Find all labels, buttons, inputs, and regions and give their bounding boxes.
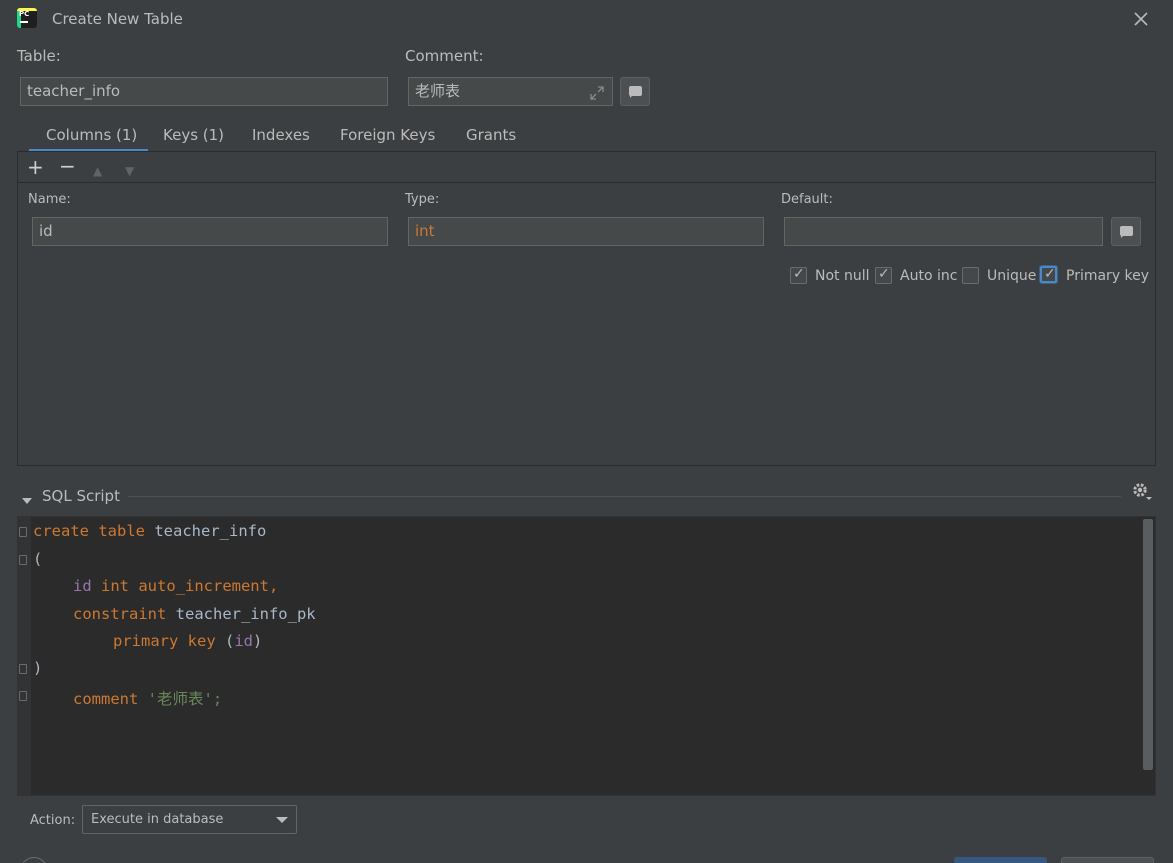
tab-keys[interactable]: Keys (1) xyxy=(163,126,224,144)
ok-button[interactable] xyxy=(954,857,1047,863)
window-title: Create New Table xyxy=(52,10,183,28)
code-line-4: constraint teacher_info_pk xyxy=(73,605,316,623)
not-null-label[interactable]: Not null xyxy=(815,268,870,284)
cancel-button[interactable] xyxy=(1061,857,1154,863)
close-icon[interactable] xyxy=(1131,9,1151,29)
column-default-input[interactable] xyxy=(784,217,1103,246)
sql-editor[interactable] xyxy=(17,516,1156,796)
tab-indexes[interactable]: Indexes xyxy=(252,126,310,144)
code-line-1: create table teacher_info xyxy=(33,522,267,540)
fold-icon[interactable] xyxy=(19,555,27,565)
auto-inc-label[interactable]: Auto inc xyxy=(900,268,957,284)
expand-icon[interactable] xyxy=(589,83,605,100)
code-line-3: id int auto_increment, xyxy=(73,577,279,595)
tab-columns[interactable]: Columns (1) xyxy=(46,126,137,144)
tab-foreign-keys[interactable]: Foreign Keys xyxy=(340,126,435,144)
column-name-label: Name: xyxy=(28,192,71,207)
not-null-checkbox[interactable] xyxy=(790,266,807,284)
sql-header-divider xyxy=(128,496,1121,497)
code-line-6: ) xyxy=(33,659,43,677)
primary-key-label[interactable]: Primary key xyxy=(1066,268,1149,284)
comment-input[interactable]: 老师表 xyxy=(408,77,613,106)
comment-label: Comment: xyxy=(405,47,484,65)
action-dropdown[interactable]: Execute in database xyxy=(82,805,297,834)
toolbar-divider xyxy=(18,182,1155,183)
fold-icon[interactable] xyxy=(19,664,27,674)
remove-column-button[interactable]: − xyxy=(59,156,76,176)
sql-script-label[interactable]: SQL Script xyxy=(42,487,120,505)
table-label: Table: xyxy=(17,47,61,65)
add-column-button[interactable]: + xyxy=(27,157,44,177)
unique-label[interactable]: Unique xyxy=(987,268,1036,284)
collapse-arrow-icon[interactable] xyxy=(21,491,33,504)
code-line-2: ( xyxy=(33,550,43,568)
action-selected-value: Execute in database xyxy=(91,812,224,827)
comment-value: 老师表 xyxy=(415,82,461,100)
table-name-input[interactable]: teacher_info xyxy=(20,77,388,106)
gear-icon[interactable] xyxy=(1131,481,1153,503)
comment-editor-button[interactable] xyxy=(620,77,650,106)
title-bar: PC Create New Table xyxy=(0,0,1173,38)
help-button[interactable] xyxy=(20,857,48,863)
unique-checkbox[interactable] xyxy=(962,267,979,284)
columns-panel xyxy=(17,151,1156,466)
default-editor-button[interactable] xyxy=(1111,217,1141,246)
column-type-input[interactable]: int xyxy=(408,217,764,246)
pycharm-icon: PC xyxy=(17,8,37,28)
fold-icon[interactable] xyxy=(19,527,27,537)
code-line-5: primary key (id) xyxy=(113,632,263,650)
column-default-label: Default: xyxy=(781,192,833,207)
chevron-down-icon xyxy=(276,817,288,823)
column-name-input[interactable]: id xyxy=(32,217,388,246)
move-up-icon[interactable]: ▲ xyxy=(93,161,102,181)
move-down-icon[interactable]: ▼ xyxy=(125,161,134,181)
editor-scrollbar[interactable] xyxy=(1143,519,1153,770)
fold-icon[interactable] xyxy=(19,691,27,701)
auto-inc-checkbox[interactable] xyxy=(875,266,892,284)
code-line-7: comment '老师表'; xyxy=(73,690,223,708)
action-label: Action: xyxy=(30,813,76,828)
primary-key-checkbox[interactable] xyxy=(1040,266,1057,283)
tab-grants[interactable]: Grants xyxy=(466,126,516,144)
column-type-label: Type: xyxy=(405,192,440,207)
